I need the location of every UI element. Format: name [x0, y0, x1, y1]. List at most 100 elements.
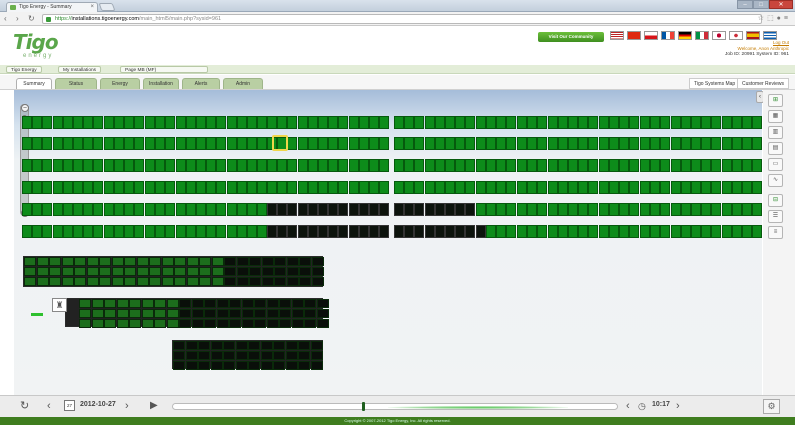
- module-producing[interactable]: [185, 159, 196, 172]
- module-producing[interactable]: [175, 225, 186, 238]
- module-producing[interactable]: [348, 116, 359, 129]
- module-producing[interactable]: [742, 159, 752, 172]
- module-producing[interactable]: [557, 203, 568, 216]
- module-producing[interactable]: [598, 137, 609, 150]
- module-producing[interactable]: [196, 116, 206, 129]
- tab-summary[interactable]: Summary: [16, 78, 52, 89]
- module-producing[interactable]: [83, 203, 94, 216]
- module-producing[interactable]: [598, 203, 609, 216]
- panel-cell-offline[interactable]: [179, 319, 191, 328]
- module-producing[interactable]: [247, 225, 257, 238]
- flag-italy-icon[interactable]: [695, 31, 709, 40]
- module-producing[interactable]: [358, 116, 369, 129]
- module-producing[interactable]: [42, 225, 53, 238]
- close-tab-icon[interactable]: ×: [90, 3, 94, 12]
- module-producing[interactable]: [650, 137, 661, 150]
- module-producing[interactable]: [338, 159, 349, 172]
- module-producing[interactable]: [537, 159, 548, 172]
- panel-cell-producing[interactable]: [129, 299, 141, 308]
- module-producing[interactable]: [124, 159, 134, 172]
- module-producing[interactable]: [287, 137, 298, 150]
- module-producing[interactable]: [547, 181, 558, 194]
- module-producing[interactable]: [547, 203, 558, 216]
- panel-cell-offline[interactable]: [286, 257, 299, 266]
- module-producing[interactable]: [568, 225, 578, 238]
- module-producing[interactable]: [93, 159, 104, 172]
- module-producing[interactable]: [404, 159, 415, 172]
- panel-cell-offline[interactable]: [198, 361, 210, 370]
- panel-cell-offline[interactable]: [311, 257, 324, 266]
- module-producing[interactable]: [358, 137, 369, 150]
- module-producing[interactable]: [277, 159, 288, 172]
- module-producing[interactable]: [680, 159, 691, 172]
- module-offline[interactable]: [404, 225, 415, 238]
- previous-time-button[interactable]: ‹: [626, 400, 630, 412]
- module-producing[interactable]: [404, 137, 415, 150]
- module-producing[interactable]: [701, 225, 712, 238]
- module-producing[interactable]: [62, 203, 73, 216]
- panel-cell-producing[interactable]: [116, 319, 129, 328]
- module-offline[interactable]: [414, 225, 425, 238]
- module-producing[interactable]: [588, 225, 599, 238]
- panel-cell-offline[interactable]: [299, 257, 311, 266]
- module-producing[interactable]: [660, 181, 671, 194]
- module-producing[interactable]: [113, 159, 124, 172]
- module-producing[interactable]: [424, 181, 435, 194]
- flag-us-icon[interactable]: [610, 31, 624, 40]
- panel-cell-producing[interactable]: [211, 277, 224, 286]
- module-offline[interactable]: [394, 225, 404, 238]
- gear-icon[interactable]: ⚙: [763, 399, 780, 414]
- module-producing[interactable]: [145, 203, 155, 216]
- module-producing[interactable]: [369, 137, 379, 150]
- module-producing[interactable]: [506, 116, 517, 129]
- module-producing[interactable]: [650, 159, 661, 172]
- panel-cell-offline[interactable]: [291, 309, 304, 318]
- module-producing[interactable]: [22, 203, 32, 216]
- panel-cell-producing[interactable]: [116, 309, 129, 318]
- panel-cell-producing[interactable]: [186, 257, 199, 266]
- module-producing[interactable]: [742, 203, 752, 216]
- module-producing[interactable]: [155, 181, 166, 194]
- panel-cell-producing[interactable]: [141, 299, 154, 308]
- maximize-button[interactable]: □: [753, 0, 769, 9]
- flag-france-icon[interactable]: [661, 31, 675, 40]
- visit-community-button[interactable]: Visit Our Community: [538, 32, 604, 42]
- panel-cell-offline[interactable]: [229, 309, 241, 318]
- module-producing[interactable]: [236, 203, 247, 216]
- panel-cell-producing[interactable]: [211, 257, 224, 266]
- reload-icon[interactable]: ↻: [28, 13, 35, 25]
- panel-cell-offline[interactable]: [229, 319, 241, 328]
- module-producing[interactable]: [124, 225, 134, 238]
- module-producing[interactable]: [155, 116, 166, 129]
- module-producing[interactable]: [379, 137, 390, 150]
- panel-cell-producing[interactable]: [174, 267, 186, 276]
- panel-cell-producing[interactable]: [186, 277, 199, 286]
- panel-cell-offline[interactable]: [291, 299, 304, 308]
- module-producing[interactable]: [287, 159, 298, 172]
- panel-cell-producing[interactable]: [186, 267, 199, 276]
- panel-cell-offline[interactable]: [236, 267, 249, 276]
- module-producing[interactable]: [394, 137, 404, 150]
- report-icon[interactable]: ▭: [768, 158, 783, 171]
- panel-cell-producing[interactable]: [74, 257, 86, 266]
- module-producing[interactable]: [517, 116, 527, 129]
- panel-cell-offline[interactable]: [286, 267, 299, 276]
- module-producing[interactable]: [206, 159, 217, 172]
- module-producing[interactable]: [52, 225, 63, 238]
- module-producing[interactable]: [680, 203, 691, 216]
- module-producing[interactable]: [752, 181, 763, 194]
- module-producing[interactable]: [257, 137, 268, 150]
- module-producing[interactable]: [527, 181, 538, 194]
- panel-cell-producing[interactable]: [24, 257, 36, 266]
- module-producing[interactable]: [670, 225, 681, 238]
- module-producing[interactable]: [155, 137, 166, 150]
- previous-day-button[interactable]: ‹: [47, 400, 51, 412]
- panel-cell-producing[interactable]: [79, 319, 91, 328]
- module-producing[interactable]: [578, 203, 589, 216]
- module-producing[interactable]: [145, 137, 155, 150]
- module-producing[interactable]: [557, 159, 568, 172]
- module-producing[interactable]: [445, 159, 455, 172]
- module-producing[interactable]: [691, 116, 701, 129]
- module-producing[interactable]: [588, 181, 599, 194]
- forward-arrow-icon[interactable]: ›: [16, 13, 19, 25]
